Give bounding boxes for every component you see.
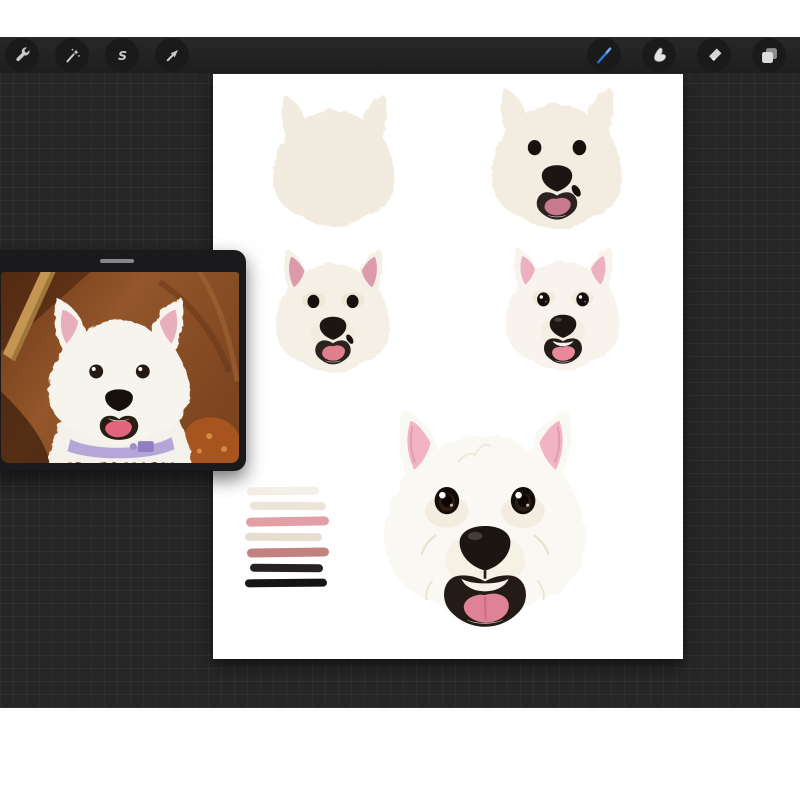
swatch-mauve [247, 547, 329, 557]
smudge-button[interactable] [642, 38, 676, 72]
toolbar-left-group: S [5, 38, 189, 72]
swatch-ivory [247, 487, 319, 496]
adjustments-button[interactable] [55, 38, 89, 72]
paint-brush-button[interactable] [587, 38, 621, 72]
color-test-swatches [245, 487, 365, 594]
paint-brush-icon [593, 44, 615, 66]
swatch-black-2 [245, 579, 327, 588]
wrench-icon [13, 46, 32, 65]
reference-titlebar[interactable] [0, 250, 246, 272]
artwork-step-3-ears-shading [263, 244, 403, 377]
selection-button[interactable]: S [105, 38, 139, 72]
app-screen: S [0, 0, 800, 800]
toolbar-right-group [587, 38, 786, 72]
smudge-finger-icon [649, 45, 670, 66]
layers-button[interactable] [752, 38, 786, 72]
eraser-icon [704, 45, 725, 66]
swatch-cream [250, 502, 326, 511]
transform-arrow-icon [163, 46, 182, 65]
workspace-background [0, 73, 800, 708]
artwork-step-4-refined [488, 242, 638, 375]
artwork-step-5-final [345, 399, 625, 644]
erase-button[interactable] [697, 38, 731, 72]
artwork-step-2-face-blocked [476, 82, 638, 234]
top-toolbar: S [0, 37, 800, 73]
selection-s-icon: S [113, 46, 132, 65]
swatch-pink [246, 516, 329, 526]
swatch-beige [245, 533, 322, 541]
reference-companion-window[interactable] [0, 250, 246, 471]
drag-handle[interactable] [100, 259, 134, 263]
reference-photo [1, 272, 239, 463]
actions-button[interactable] [5, 38, 39, 72]
layers-icon [759, 45, 780, 66]
artwork-step-1-base-head [255, 88, 413, 230]
swatch-black-1 [250, 564, 323, 573]
transform-button[interactable] [155, 38, 189, 72]
svg-text:S: S [117, 47, 126, 62]
magic-wand-icon [63, 46, 82, 65]
drawing-canvas[interactable] [213, 74, 683, 659]
